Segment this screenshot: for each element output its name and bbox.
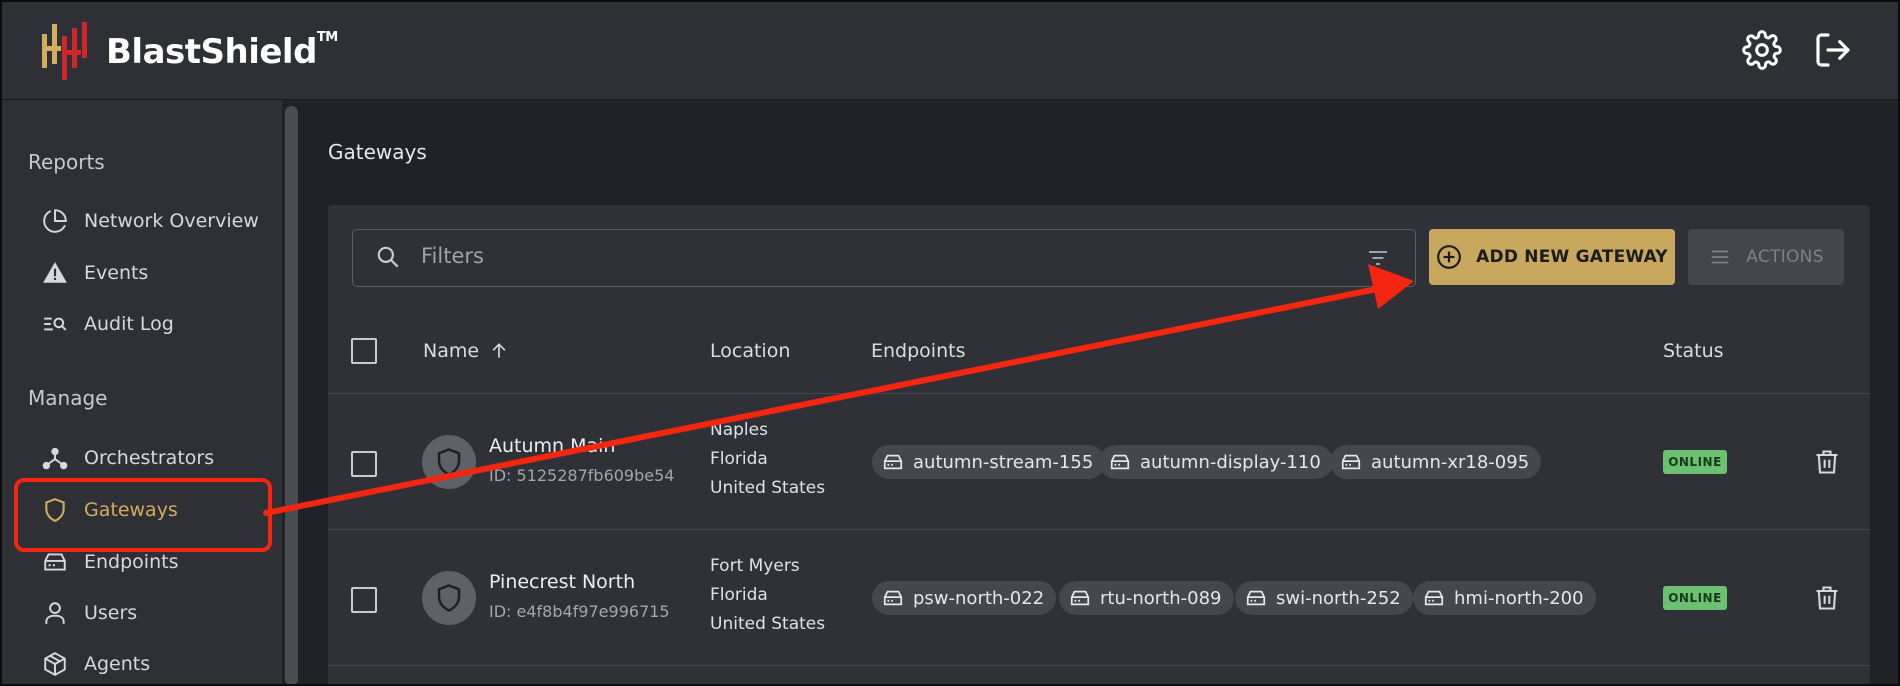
settings-gear-icon[interactable] bbox=[1742, 30, 1782, 70]
delete-trash-icon[interactable] bbox=[1812, 582, 1842, 614]
brand-name: BlastShieldTM bbox=[106, 30, 338, 72]
endpoint-drive-icon bbox=[1339, 451, 1363, 473]
column-header-status[interactable]: Status bbox=[1663, 340, 1724, 362]
delete-trash-icon[interactable] bbox=[1812, 446, 1842, 478]
sidebar-item-label: Agents bbox=[84, 653, 151, 675]
endpoint-chip-label: autumn-display-110 bbox=[1140, 451, 1321, 473]
gateway-avatar bbox=[422, 435, 476, 489]
select-all-checkbox[interactable] bbox=[351, 338, 377, 364]
endpoint-chip[interactable]: autumn-display-110 bbox=[1099, 445, 1333, 479]
sidebar-item-agents[interactable]: Agents bbox=[40, 645, 150, 683]
column-header-name[interactable]: Name bbox=[423, 340, 509, 362]
app-window: BlastShieldTM Reports Network Overview E… bbox=[0, 0, 1900, 686]
sidebar-item-network-overview[interactable]: Network Overview bbox=[40, 202, 259, 240]
gateway-avatar bbox=[422, 571, 476, 625]
endpoint-drive-icon bbox=[1244, 587, 1268, 609]
actions-button[interactable]: ACTIONS bbox=[1688, 229, 1844, 285]
endpoint-chip-label: psw-north-022 bbox=[913, 587, 1045, 609]
endpoint-chip[interactable]: autumn-stream-155 bbox=[872, 445, 1106, 479]
endpoint-drive-icon bbox=[881, 451, 905, 473]
row-divider bbox=[328, 393, 1870, 394]
logout-icon[interactable] bbox=[1813, 30, 1853, 70]
status-badge: ONLINE bbox=[1663, 586, 1727, 610]
blastshield-logo-icon bbox=[42, 22, 87, 80]
gateway-name[interactable]: Autumn Main bbox=[489, 435, 615, 457]
endpoint-chip[interactable]: autumn-xr18-095 bbox=[1330, 445, 1542, 479]
filter-list-icon[interactable] bbox=[1365, 246, 1391, 274]
sidebar-item-label: Network Overview bbox=[84, 210, 259, 232]
sidebar-scrollbar[interactable] bbox=[285, 106, 298, 684]
status-badge: ONLINE bbox=[1663, 450, 1727, 474]
location-country: United States bbox=[710, 478, 826, 498]
gateway-name[interactable]: Pinecrest North bbox=[489, 571, 635, 593]
endpoint-chip[interactable]: hmi-north-200 bbox=[1413, 581, 1596, 615]
endpoint-chip-label: swi-north-252 bbox=[1276, 587, 1401, 609]
sidebar-item-events[interactable]: Events bbox=[40, 254, 148, 292]
menu-icon bbox=[1708, 246, 1732, 268]
user-icon bbox=[40, 598, 70, 628]
endpoint-chip[interactable]: psw-north-022 bbox=[872, 581, 1057, 615]
endpoint-chip[interactable]: swi-north-252 bbox=[1235, 581, 1413, 615]
gateway-location: Fort Myers Florida United States bbox=[710, 552, 825, 639]
endpoint-drive-icon bbox=[1108, 451, 1132, 473]
add-circle-icon bbox=[1436, 244, 1462, 270]
endpoint-drive-icon bbox=[1068, 587, 1092, 609]
add-new-gateway-button[interactable]: ADD NEW GATEWAY bbox=[1429, 229, 1675, 285]
package-icon bbox=[40, 649, 70, 679]
audit-log-icon bbox=[40, 309, 70, 339]
location-city: Fort Myers bbox=[710, 556, 800, 576]
row-checkbox[interactable] bbox=[351, 587, 377, 613]
endpoint-drive-icon bbox=[1422, 587, 1446, 609]
sidebar-item-label: Users bbox=[84, 602, 138, 624]
brand-logo[interactable]: BlastShieldTM bbox=[40, 20, 338, 84]
add-new-gateway-label: ADD NEW GATEWAY bbox=[1476, 247, 1668, 267]
sidebar-item-audit-log[interactable]: Audit Log bbox=[40, 305, 174, 343]
orchestrator-icon bbox=[40, 443, 70, 473]
endpoint-chip-label: autumn-stream-155 bbox=[913, 451, 1094, 473]
endpoint-drive-icon bbox=[881, 587, 905, 609]
column-header-name-label: Name bbox=[423, 340, 480, 362]
top-bar: BlastShieldTM bbox=[2, 2, 1898, 100]
row-divider bbox=[328, 665, 1870, 666]
sidebar-item-users[interactable]: Users bbox=[40, 594, 137, 632]
pie-chart-icon bbox=[40, 206, 70, 236]
actions-label: ACTIONS bbox=[1746, 247, 1824, 267]
annotation-highlight-box bbox=[14, 478, 272, 552]
shield-icon bbox=[437, 448, 461, 476]
sidebar-item-label: Endpoints bbox=[84, 551, 179, 573]
warning-icon bbox=[40, 258, 70, 288]
location-state: Florida bbox=[710, 449, 768, 469]
sidebar-item-label: Events bbox=[84, 262, 149, 284]
row-checkbox[interactable] bbox=[351, 451, 377, 477]
sort-ascending-icon bbox=[489, 341, 509, 361]
sidebar-item-label: Orchestrators bbox=[84, 447, 215, 469]
gateway-id: ID: 5125287fb609be54 bbox=[489, 466, 675, 485]
sidebar-item-orchestrators[interactable]: Orchestrators bbox=[40, 439, 214, 477]
location-country: United States bbox=[710, 614, 826, 634]
column-header-location[interactable]: Location bbox=[710, 340, 790, 362]
sidebar-item-label: Audit Log bbox=[84, 313, 174, 335]
endpoint-chip[interactable]: rtu-north-089 bbox=[1059, 581, 1234, 615]
gateway-location: Naples Florida United States bbox=[710, 416, 825, 503]
endpoint-chip-label: autumn-xr18-095 bbox=[1371, 451, 1530, 473]
shield-icon bbox=[437, 584, 461, 612]
endpoint-chip-label: rtu-north-089 bbox=[1100, 587, 1222, 609]
endpoint-chip-label: hmi-north-200 bbox=[1454, 587, 1584, 609]
search-icon bbox=[375, 244, 401, 274]
location-city: Naples bbox=[710, 420, 768, 440]
column-header-endpoints[interactable]: Endpoints bbox=[871, 340, 965, 362]
gateway-id: ID: e4f8b4f97e996715 bbox=[489, 602, 670, 621]
filter-placeholder: Filters bbox=[421, 244, 484, 268]
location-state: Florida bbox=[710, 585, 768, 605]
filter-field[interactable]: Filters bbox=[352, 229, 1416, 287]
row-divider bbox=[328, 529, 1870, 530]
page-title: Gateways bbox=[328, 140, 427, 164]
sidebar-section-reports: Reports bbox=[28, 150, 105, 174]
sidebar-section-manage: Manage bbox=[28, 386, 108, 410]
